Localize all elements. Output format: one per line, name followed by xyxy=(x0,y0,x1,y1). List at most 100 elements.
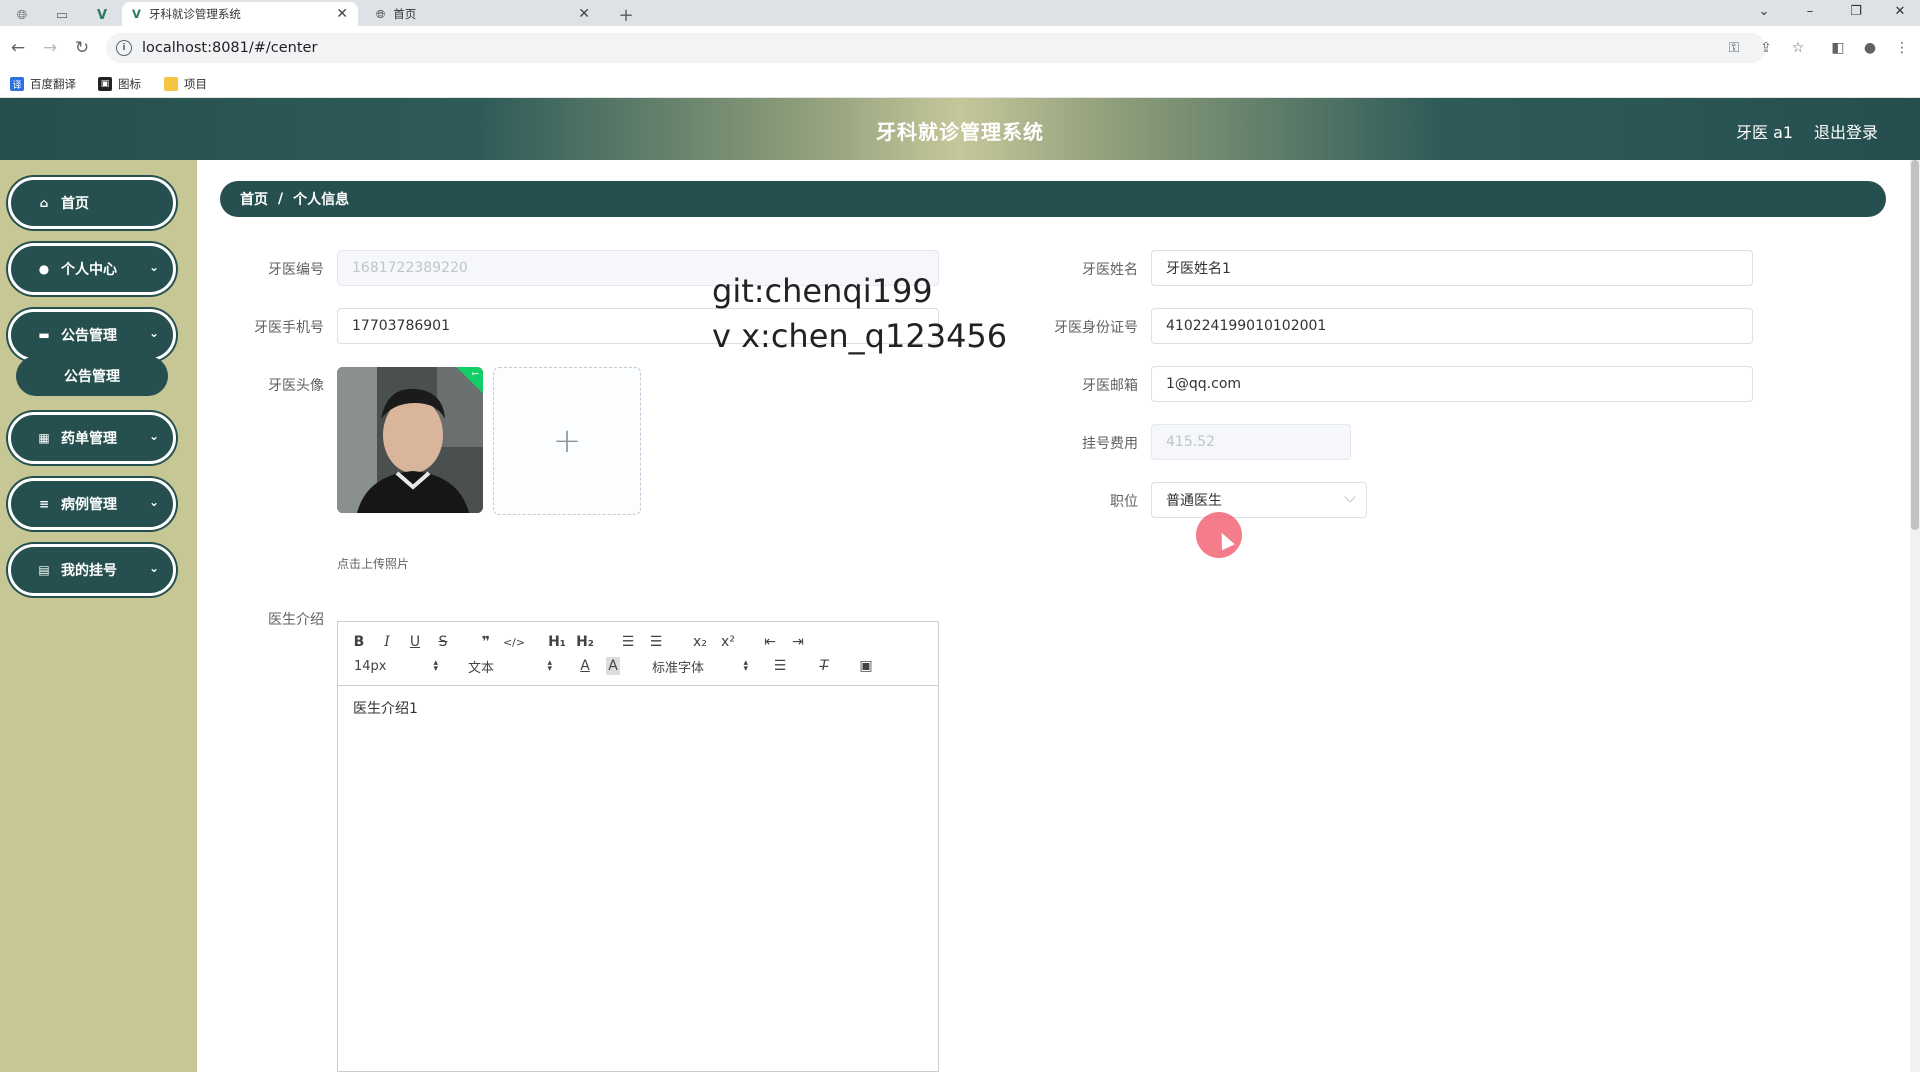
restore-icon[interactable]: ❐ xyxy=(1836,0,1876,22)
image-icon: ▣ xyxy=(98,77,112,91)
share-icon[interactable]: ⇪ xyxy=(1756,38,1776,58)
font-picker[interactable]: 标准字体 ▴ ▾ xyxy=(652,657,748,676)
fee-field: 415.52 xyxy=(1151,424,1351,460)
background-color-icon[interactable]: A xyxy=(606,657,620,675)
scrollbar-thumb[interactable] xyxy=(1911,160,1919,530)
bookmark-project[interactable]: 项目 xyxy=(164,74,207,94)
sidebar-item-home[interactable]: ⌂ 首页 xyxy=(8,177,176,229)
plus-icon: + xyxy=(552,421,582,461)
close-icon[interactable]: ✕ xyxy=(336,6,348,22)
email-label: 牙医邮箱 xyxy=(1082,378,1138,394)
info-icon[interactable]: i xyxy=(116,40,132,56)
header1-icon[interactable]: H₁ xyxy=(548,633,566,651)
underline-icon[interactable]: U xyxy=(408,633,422,651)
chevron-down-icon xyxy=(1344,491,1356,503)
star-icon[interactable]: ☆ xyxy=(1788,38,1808,58)
chevron-down-icon: ⌄ xyxy=(148,429,159,443)
sidebar-item-announcements[interactable]: ▬ 公告管理 ⌄ xyxy=(8,309,176,361)
outdent-icon[interactable]: ⇤ xyxy=(762,633,778,651)
key-icon[interactable]: ⚿ xyxy=(1724,38,1744,58)
watermark-line: v x:chen_q123456 xyxy=(712,317,1008,355)
profile-icon[interactable]: ● xyxy=(1860,38,1880,58)
tab-title: 牙科就诊管理系统 xyxy=(148,7,241,21)
clipboard-icon: ▤ xyxy=(38,563,50,577)
bookmark-icons[interactable]: ▣ 图标 xyxy=(98,74,141,94)
blank-tab-icon[interactable]: ▭ xyxy=(48,4,76,26)
sidebar-item-label: 我的挂号 xyxy=(61,563,117,579)
back-icon[interactable]: ← xyxy=(6,36,30,60)
current-user: 牙医 a1 xyxy=(1736,123,1794,142)
editor-toolbar: B I U S ❞ </> H₁ H₂ ☰ ☰ x₂ x² ⇤ ⇥ 14px ▴… xyxy=(338,622,938,686)
address-bar[interactable]: i localhost:8081/#/center xyxy=(106,33,1766,63)
bullet-list-icon[interactable]: ☰ xyxy=(648,633,664,651)
globe-icon[interactable]: 🌐︎ xyxy=(8,4,36,26)
email-field[interactable]: 1@qq.com xyxy=(1151,366,1753,402)
position-label: 职位 xyxy=(1110,494,1138,510)
monitor-icon: ▬ xyxy=(38,328,50,342)
reload-icon[interactable]: ↻ xyxy=(70,36,94,60)
align-icon[interactable]: ☰ xyxy=(772,657,788,675)
chevron-down-icon: ⌄ xyxy=(148,561,159,575)
updown-icon: ▴ ▾ xyxy=(433,658,438,674)
sidebar: ⌂ 首页 ● 个人中心 ⌄ ▬ 公告管理 ⌄ 公告管理 ▦ 药单管理 ⌄ ≡ 病… xyxy=(0,160,197,1072)
browser-toolbar: ← → ↻ i localhost:8081/#/center ⚿ ⇪ ☆ ◧ … xyxy=(0,26,1920,70)
avatar[interactable]: ✓ xyxy=(337,367,483,513)
list-icon: ≡ xyxy=(38,497,50,511)
user-icon: ● xyxy=(38,262,50,276)
forward-icon[interactable]: → xyxy=(38,36,62,60)
position-select-value: 普通医生 xyxy=(1166,493,1222,509)
bookmark-baidu-translate[interactable]: 译 百度翻译 xyxy=(10,74,76,94)
updown-icon: ▴ ▾ xyxy=(743,658,748,674)
breadcrumb-home[interactable]: 首页 xyxy=(240,189,268,209)
minimize-icon[interactable]: – xyxy=(1790,0,1830,22)
editor-content[interactable]: 医生介绍1 xyxy=(338,686,938,730)
chevron-down-icon[interactable]: ⌄ xyxy=(1744,0,1784,22)
chevron-down-icon: ⌄ xyxy=(148,326,159,340)
header2-icon[interactable]: H₂ xyxy=(576,633,594,651)
id-card-field[interactable]: 410224199010102001 xyxy=(1151,308,1753,344)
vue-tab-icon[interactable]: V xyxy=(88,4,116,26)
dentist-name-label: 牙医姓名 xyxy=(1082,262,1138,278)
upload-button[interactable]: + xyxy=(493,367,641,515)
code-icon[interactable]: </> xyxy=(503,633,525,651)
bold-icon[interactable]: B xyxy=(352,633,366,651)
ordered-list-icon[interactable]: ☰ xyxy=(620,633,636,651)
strike-icon[interactable]: S xyxy=(436,633,450,651)
dentist-name-field[interactable]: 牙医姓名1 xyxy=(1151,250,1753,286)
sidepanel-icon[interactable]: ◧ xyxy=(1828,38,1848,58)
page-scrollbar[interactable] xyxy=(1910,160,1920,1072)
sidebar-item-personal-center[interactable]: ● 个人中心 ⌄ xyxy=(8,243,176,295)
url-text: localhost:8081/#/center xyxy=(142,40,318,56)
rich-text-editor[interactable]: B I U S ❞ </> H₁ H₂ ☰ ☰ x₂ x² ⇤ ⇥ 14px ▴… xyxy=(337,621,939,1072)
sidebar-item-label: 个人中心 xyxy=(61,262,117,278)
intro-label: 医生介绍 xyxy=(268,612,324,628)
image-insert-icon[interactable]: ▣ xyxy=(858,657,874,675)
new-tab-icon[interactable]: + xyxy=(612,4,640,26)
window-close-icon[interactable]: ✕ xyxy=(1880,0,1920,22)
phone-label: 牙医手机号 xyxy=(254,320,324,336)
text-color-icon[interactable]: A xyxy=(578,657,592,675)
position-select[interactable]: 普通医生 xyxy=(1151,482,1367,518)
sidebar-item-prescriptions[interactable]: ▦ 药单管理 ⌄ xyxy=(8,412,176,464)
header-picker[interactable]: 文本 ▴ ▾ xyxy=(468,657,552,676)
sidebar-item-my-registrations[interactable]: ▤ 我的挂号 ⌄ xyxy=(8,544,176,596)
subscript-icon[interactable]: x₂ xyxy=(692,633,708,651)
logout-link[interactable]: 退出登录 xyxy=(1814,119,1878,143)
sidebar-item-label: 公告管理 xyxy=(61,328,117,344)
size-picker[interactable]: 14px ▴ ▾ xyxy=(354,657,438,675)
italic-icon[interactable]: I xyxy=(380,633,394,651)
tab-title: 首页 xyxy=(393,7,417,21)
clean-format-icon[interactable]: T̶ xyxy=(816,657,832,675)
indent-icon[interactable]: ⇥ xyxy=(790,633,806,651)
tab-active[interactable]: V 牙科就诊管理系统 ✕ xyxy=(122,2,358,26)
menu-dots-icon[interactable]: ⋮ xyxy=(1892,38,1912,58)
close-icon[interactable]: ✕ xyxy=(578,6,590,22)
size-picker-label: 14px xyxy=(354,658,387,674)
blockquote-icon[interactable]: ❞ xyxy=(478,633,494,651)
submenu-announcements[interactable]: 公告管理 xyxy=(16,356,168,396)
breadcrumb-separator: / xyxy=(278,191,284,207)
home-icon: ⌂ xyxy=(39,196,49,210)
tab-home[interactable]: 🌐︎ 首页 ✕ xyxy=(366,2,600,26)
sidebar-item-cases[interactable]: ≡ 病例管理 ⌄ xyxy=(8,478,176,530)
superscript-icon[interactable]: x² xyxy=(720,633,736,651)
